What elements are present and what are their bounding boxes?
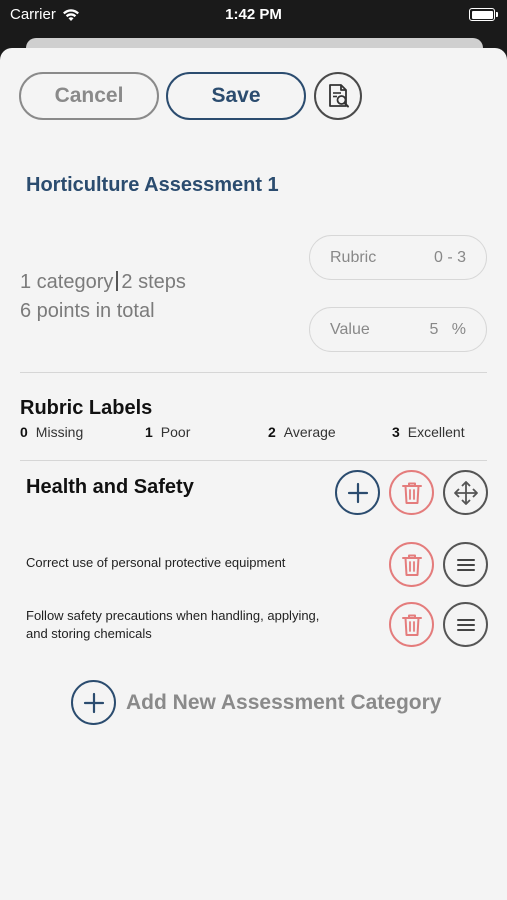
trash-icon xyxy=(401,554,422,576)
preview-button[interactable] xyxy=(314,72,362,120)
step-text[interactable]: Follow safety precautions when handling,… xyxy=(26,607,326,643)
weight-unit: % xyxy=(451,321,466,338)
assessment-summary: 1 category 2 steps 6 points in total xyxy=(20,268,186,326)
rubric-level-label: Average xyxy=(283,424,336,440)
weight-number: 5 xyxy=(429,321,439,338)
trash-icon xyxy=(401,482,422,504)
rubric-level[interactable]: 3 Excellent xyxy=(392,424,465,440)
summary-separator xyxy=(116,271,119,291)
hamburger-icon xyxy=(456,558,475,571)
rubric-level-score: 3 xyxy=(392,424,400,440)
rubric-level[interactable]: 0 Missing xyxy=(20,424,83,440)
status-bar: Carrier 1:42 PM xyxy=(0,0,507,30)
save-button[interactable]: Save xyxy=(166,72,306,120)
rubric-level-score: 1 xyxy=(145,424,153,440)
step-menu-button[interactable] xyxy=(443,542,488,587)
rubric-level-score: 2 xyxy=(268,424,276,440)
trash-icon xyxy=(401,614,422,636)
add-step-button[interactable] xyxy=(335,470,380,515)
points-total: 6 points in total xyxy=(20,300,155,322)
category-title[interactable]: Health and Safety xyxy=(26,476,194,499)
rubric-range-label: Rubric xyxy=(330,249,377,266)
rubric-level-score: 0 xyxy=(20,424,28,440)
rubric-level-label: Excellent xyxy=(407,424,465,440)
step-menu-button[interactable] xyxy=(443,602,488,647)
rubric-level-label: Missing xyxy=(35,424,84,440)
rubric-level[interactable]: 2 Average xyxy=(268,424,336,440)
delete-step-button[interactable] xyxy=(389,602,434,647)
divider xyxy=(20,372,487,373)
weight-label: Value xyxy=(330,321,370,338)
rubric-range-value: 0 - 3 xyxy=(433,249,466,266)
step-count: 2 steps xyxy=(121,271,186,293)
hamburger-icon xyxy=(456,618,475,631)
assessment-editor-sheet: Cancel Save Horticulture Assessment 1 1 … xyxy=(0,48,507,900)
divider xyxy=(20,460,487,461)
move-arrows-icon xyxy=(453,480,478,505)
rubric-labels-heading: Rubric Labels xyxy=(20,397,153,419)
battery-icon xyxy=(469,8,498,21)
move-category-button[interactable] xyxy=(443,470,488,515)
delete-step-button[interactable] xyxy=(389,542,434,587)
step-text[interactable]: Correct use of personal protective equip… xyxy=(26,554,326,572)
rubric-level-label: Poor xyxy=(160,424,191,440)
cancel-button[interactable]: Cancel xyxy=(19,72,159,120)
weight-value: 5 % xyxy=(430,321,466,339)
add-category-button[interactable]: Add New Assessment Category xyxy=(71,680,441,725)
add-category-plus xyxy=(71,680,116,725)
rubric-range-field[interactable]: Rubric 0 - 3 xyxy=(309,235,487,280)
rubric-level[interactable]: 1 Poor xyxy=(145,424,190,440)
delete-category-button[interactable] xyxy=(389,470,434,515)
plus-icon xyxy=(83,692,104,713)
plus-icon xyxy=(347,482,368,503)
category-count: 1 category xyxy=(20,271,114,293)
assessment-title[interactable]: Horticulture Assessment 1 xyxy=(26,174,279,197)
weight-field[interactable]: Value 5 % xyxy=(309,307,487,352)
clock: 1:42 PM xyxy=(225,6,282,23)
document-search-icon xyxy=(329,84,349,108)
add-category-label: Add New Assessment Category xyxy=(126,690,442,714)
